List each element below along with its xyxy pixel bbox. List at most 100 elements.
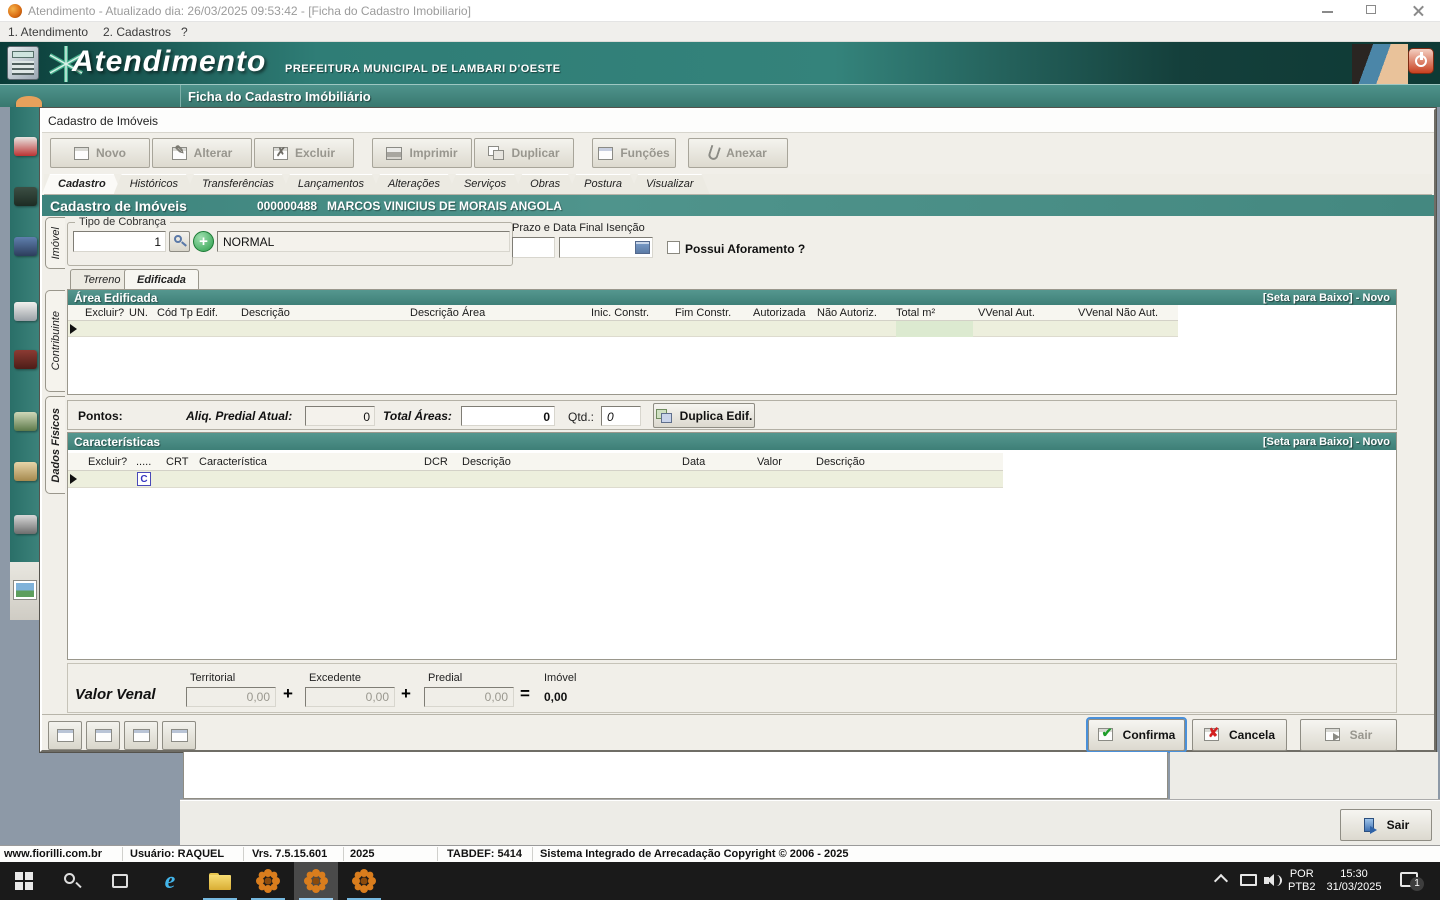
total-areas-input[interactable]: 0 xyxy=(461,406,555,426)
menu-atendimento[interactable]: 1. Atendimento xyxy=(8,25,88,39)
col-un[interactable]: UN. xyxy=(129,307,148,319)
prazo-input[interactable] xyxy=(512,237,555,258)
tab-servicos[interactable]: Serviços xyxy=(448,174,522,194)
sidebar-icon-5[interactable] xyxy=(14,350,37,369)
aliq-predial-input[interactable]: 0 xyxy=(305,406,375,426)
cancela-button[interactable]: ✘ Cancela xyxy=(1192,719,1287,751)
taskbar-fiorilli-2-active[interactable] xyxy=(294,862,338,900)
tab-lancamentos[interactable]: Lançamentos xyxy=(282,174,380,194)
sidebar-icon-2[interactable] xyxy=(14,187,37,206)
col-c-caracteristica[interactable]: Característica xyxy=(199,456,267,468)
col-c-dots[interactable]: ..... xyxy=(136,456,151,468)
notification-icon[interactable]: 1 xyxy=(1400,872,1418,887)
novo-button[interactable]: Novo xyxy=(50,138,150,168)
tipo-cobranca-input[interactable]: 1 xyxy=(73,231,166,252)
taskbar-explorer[interactable] xyxy=(198,862,242,900)
tray-chevron-icon[interactable] xyxy=(1214,874,1228,888)
menu-help[interactable]: ? xyxy=(181,25,188,39)
tray-clock[interactable]: 15:30 31/03/2025 xyxy=(1318,868,1390,894)
tab-cadastro[interactable]: Cadastro xyxy=(42,174,122,194)
sidebar-icon-4[interactable] xyxy=(14,302,37,321)
col-c-excluir[interactable]: Excluir? xyxy=(88,456,127,468)
aforamento-checkbox[interactable] xyxy=(667,241,680,254)
tab-visualizar[interactable]: Visualizar xyxy=(630,174,710,194)
tab-obras[interactable]: Obras xyxy=(514,174,576,194)
minimize-icon[interactable] xyxy=(1322,11,1333,13)
caracteristicas-empty-row[interactable]: C xyxy=(68,471,1003,488)
sidebar-icon-3[interactable] xyxy=(14,237,37,256)
col-c-descricao2[interactable]: Descrição xyxy=(816,456,865,468)
side-tab-imovel[interactable]: Imóvel xyxy=(45,217,65,269)
subtab-edificada[interactable]: Edificada xyxy=(124,269,199,289)
nav-last-button[interactable] xyxy=(162,721,196,750)
tab-alteracoes[interactable]: Alterações xyxy=(372,174,456,194)
search-lookup-button[interactable] xyxy=(169,231,190,252)
nav-prev-button[interactable] xyxy=(86,721,120,750)
sidebar-icon-7[interactable] xyxy=(14,462,37,481)
nav-first-button[interactable] xyxy=(48,721,82,750)
col-inic-constr[interactable]: Inic. Constr. xyxy=(591,307,649,319)
alterar-button[interactable]: ✎ Alterar xyxy=(152,138,252,168)
taskbar-fiorilli-1[interactable] xyxy=(246,862,290,900)
side-tab-dados-fisicos[interactable]: Dados Físicos xyxy=(45,396,65,494)
status-version: Vrs. 7.5.15.601 xyxy=(252,848,327,860)
qtd-input[interactable]: 0 xyxy=(601,406,641,426)
funcoes-button[interactable]: Funções xyxy=(592,138,676,168)
close-icon[interactable] xyxy=(1412,4,1425,17)
excluir-button[interactable]: ✗ Excluir xyxy=(254,138,354,168)
anexar-button[interactable]: Anexar xyxy=(688,138,788,168)
calendar-icon[interactable] xyxy=(635,241,650,254)
col-c-dcr[interactable]: DCR xyxy=(424,456,448,468)
col-vvenal-aut[interactable]: VVenal Aut. xyxy=(978,307,1035,319)
col-c-valor[interactable]: Valor xyxy=(757,456,782,468)
nav-next-button[interactable] xyxy=(124,721,158,750)
dialog-caption: Cadastro de Imóveis xyxy=(42,110,1434,133)
power-button-icon[interactable] xyxy=(1408,48,1434,74)
tab-postura[interactable]: Postura xyxy=(568,174,638,194)
col-cod-tp-edif[interactable]: Cód Tp Edif. xyxy=(157,307,218,319)
fiorilli-app-icon xyxy=(352,869,376,893)
header-divider xyxy=(180,85,181,108)
col-c-data[interactable]: Data xyxy=(682,456,705,468)
col-fim-constr[interactable]: Fim Constr. xyxy=(675,307,731,319)
col-autorizada[interactable]: Autorizada xyxy=(753,307,806,319)
taskbar-search-button[interactable] xyxy=(50,862,94,900)
sidebar-icon-6[interactable] xyxy=(14,412,37,431)
taskbar-fiorilli-3[interactable] xyxy=(342,862,386,900)
col-c-descricao[interactable]: Descrição xyxy=(462,456,511,468)
sidebar-icon-1[interactable] xyxy=(14,137,37,156)
restore-icon[interactable] xyxy=(1366,5,1376,14)
sair-button-disabled[interactable]: Sair xyxy=(1300,719,1397,751)
col-vvenal-nao-aut[interactable]: VVenal Não Aut. xyxy=(1078,307,1158,319)
task-view-button[interactable] xyxy=(98,862,142,900)
network-icon[interactable] xyxy=(1240,874,1257,886)
duplica-edif-button[interactable]: Duplica Edif. xyxy=(653,403,755,428)
sidebar-icon-8[interactable] xyxy=(14,515,37,534)
tab-historicos[interactable]: Históricos xyxy=(114,174,194,194)
add-icon[interactable]: + xyxy=(193,231,214,252)
picture-icon[interactable] xyxy=(13,580,37,600)
windows-icon xyxy=(15,872,33,890)
parent-content-area xyxy=(183,752,1168,799)
status-tabdef: TABDEF: 5414 xyxy=(447,848,522,860)
col-excluir[interactable]: Excluir? xyxy=(85,307,124,319)
menu-cadastros[interactable]: 2. Cadastros xyxy=(103,25,171,39)
imprimir-button[interactable]: Imprimir xyxy=(372,138,472,168)
characteristic-c-icon[interactable]: C xyxy=(137,472,151,486)
start-button[interactable] xyxy=(2,862,46,900)
col-descricao-area[interactable]: Descrição Área xyxy=(410,307,485,319)
col-total-m2[interactable]: Total m² xyxy=(896,307,935,319)
confirma-button[interactable]: ✔ Confirma xyxy=(1088,719,1185,751)
parent-sair-button[interactable]: Sair xyxy=(1340,809,1432,841)
col-nao-autoriz[interactable]: Não Autoriz. xyxy=(817,307,877,319)
taskbar-ie[interactable]: e xyxy=(148,862,192,900)
col-descricao[interactable]: Descrição xyxy=(241,307,290,319)
col-c-crt[interactable]: CRT xyxy=(166,456,188,468)
data-final-isencao-input[interactable] xyxy=(559,237,653,258)
duplicar-button[interactable]: Duplicar xyxy=(474,138,574,168)
area-edificada-empty-row[interactable] xyxy=(68,321,1178,337)
tab-transferencias[interactable]: Transferências xyxy=(186,174,290,194)
tray-language[interactable]: POR PTB2 xyxy=(1288,868,1316,894)
area-edificada-title: Área Edificada xyxy=(74,291,157,305)
side-tab-contribuinte[interactable]: Contribuinte xyxy=(45,290,65,392)
